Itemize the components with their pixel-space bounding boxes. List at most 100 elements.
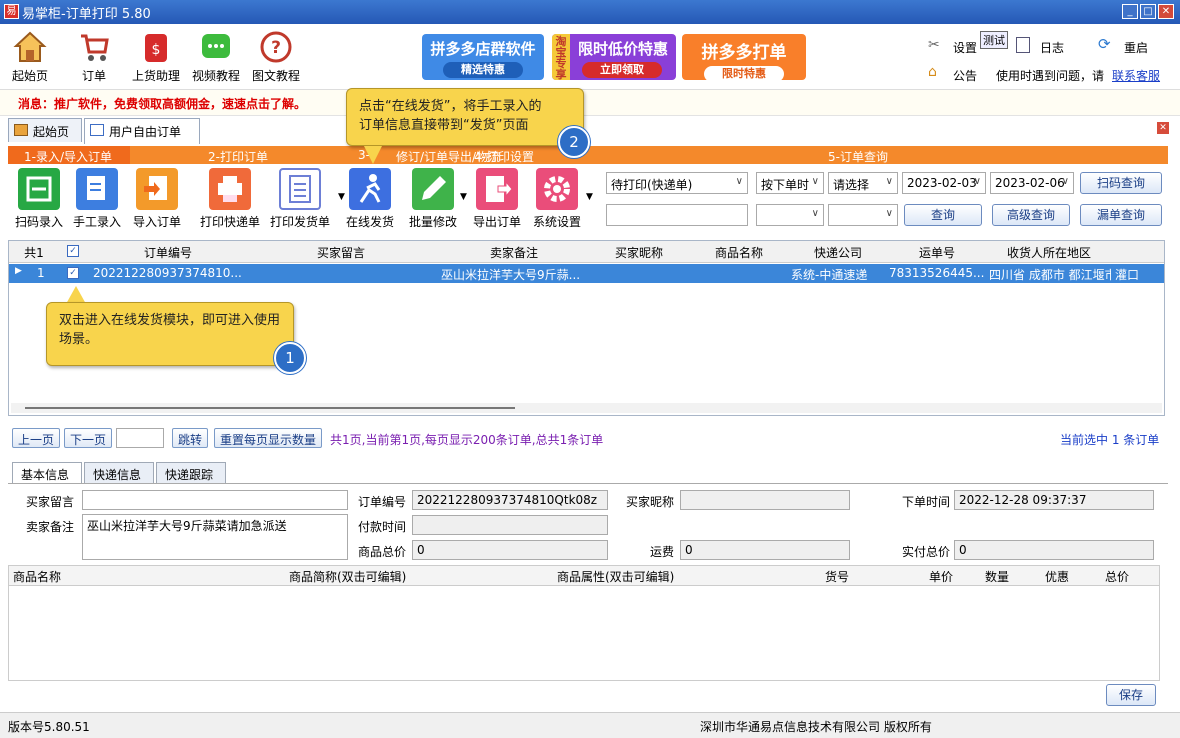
banner-title: 限时低价特惠 bbox=[577, 40, 668, 58]
page-number-input[interactable] bbox=[116, 428, 164, 448]
maximize-button[interactable]: □ bbox=[1140, 4, 1156, 19]
callout-line-2: 订单信息直接带到“发货”页面 bbox=[359, 118, 529, 133]
log-button[interactable]: 日志 bbox=[1040, 39, 1064, 56]
dropdown-arrow-icon[interactable]: ▼ bbox=[586, 192, 593, 202]
save-button[interactable]: 保存 bbox=[1106, 684, 1156, 706]
next-page-button[interactable]: 下一页 bbox=[64, 428, 113, 448]
grid-header: 共1 ✓ 订单编号 买家留言 卖家备注 买家昵称 商品名称 快递公司 运单号 收… bbox=[9, 241, 1164, 263]
close-tab-icon[interactable]: ✕ bbox=[1157, 122, 1169, 134]
banner-sub: 限时特惠 bbox=[704, 66, 784, 82]
table-row[interactable]: ▶ 1 ✓ 202212280937374810... 巫山米拉洋芋大号9斤蒜.… bbox=[9, 264, 1164, 283]
tab-express-info[interactable]: 快递信息 bbox=[84, 462, 154, 483]
test-badge: 测试 bbox=[980, 31, 1008, 49]
log-icon bbox=[1016, 37, 1030, 53]
goods-table: 商品名称 商品简称(双击可编辑) 商品属性(双击可编辑) 货号 单价 数量 优惠… bbox=[8, 565, 1160, 681]
buyer-msg-field[interactable] bbox=[82, 490, 348, 510]
export-order-button[interactable]: 导出订单 bbox=[466, 168, 528, 230]
toolbar-text-tutorial-button[interactable]: ? 图文教程 bbox=[248, 30, 304, 84]
col-waybill[interactable]: 运单号 bbox=[887, 244, 987, 261]
choose-select[interactable]: 请选择 ∨ bbox=[828, 172, 898, 194]
toolbar-home-button[interactable]: 起始页 bbox=[12, 30, 48, 84]
col-buyer-nick[interactable]: 买家昵称 bbox=[589, 244, 689, 261]
contact-support-link[interactable]: 联系客服 bbox=[1112, 67, 1160, 84]
order-no-field[interactable]: 202212280937374810Qtk08z bbox=[412, 490, 608, 510]
batch-modify-button[interactable]: 批量修改 bbox=[402, 168, 464, 230]
restart-button[interactable]: 重启 bbox=[1124, 39, 1148, 56]
banner-sub: 精选特惠 bbox=[443, 62, 523, 78]
chevron-down-icon: ∨ bbox=[811, 208, 819, 219]
freight-field[interactable]: 0 bbox=[680, 540, 850, 560]
chevron-down-icon: ∨ bbox=[885, 208, 893, 219]
scrollbar-thumb[interactable] bbox=[25, 407, 515, 409]
banner-title: 拼多多店群软件 bbox=[430, 40, 536, 58]
notice-button[interactable]: 公告 bbox=[953, 67, 977, 84]
toolbar-listing-assistant-button[interactable]: $ 上货助理 bbox=[128, 30, 184, 84]
order-time-select[interactable]: 按下单时 ∨ bbox=[756, 172, 824, 194]
copyright-text: 深圳市华通易点信息技术有限公司 版权所有 bbox=[700, 720, 932, 734]
tab-user-free-order[interactable]: 用户自由订单 bbox=[84, 118, 200, 144]
help-text: 使用时遇到问题，请 bbox=[996, 69, 1105, 83]
date-to-picker[interactable]: 2023-02-06 ∨ bbox=[990, 172, 1074, 194]
scan-entry-button[interactable]: 扫码录入 bbox=[8, 168, 70, 230]
col-product[interactable]: 商品名称 bbox=[689, 244, 789, 261]
advanced-query-button[interactable]: 高级查询 bbox=[992, 204, 1070, 226]
seller-note-field[interactable]: 巫山米拉洋芋大号9斤蒜菜请加急派送 bbox=[82, 514, 348, 560]
tab-express-tracking[interactable]: 快递跟踪 bbox=[156, 462, 226, 483]
close-button[interactable]: ✕ bbox=[1158, 4, 1174, 19]
buyer-nick-field[interactable] bbox=[680, 490, 850, 510]
settings-icon: ✂ bbox=[928, 37, 940, 53]
cell-region: 四川省 成都市 都江堰市 bbox=[989, 268, 1111, 282]
system-settings-button[interactable]: 系统设置 bbox=[526, 168, 588, 230]
svg-text:$: $ bbox=[152, 42, 161, 58]
banner-pdd-store-software[interactable]: 拼多多店群软件 精选特惠 bbox=[422, 34, 544, 80]
date-from-picker[interactable]: 2023-02-03 ∨ bbox=[902, 172, 986, 194]
print-delivery-note-button[interactable]: 打印发货单 bbox=[268, 168, 332, 230]
row-checkbox[interactable]: ✓ bbox=[67, 267, 79, 279]
scan-query-button[interactable]: 扫码查询 bbox=[1080, 172, 1162, 194]
edit-document-icon bbox=[76, 168, 118, 210]
reset-page-size-button[interactable]: 重置每页显示数量 bbox=[214, 428, 323, 448]
select-all-checkbox[interactable]: ✓ bbox=[67, 245, 79, 257]
row-index: 1 bbox=[37, 266, 45, 280]
message-bar: 消息：推广软件，免费领取高额佣金，速速点击了解。 bbox=[0, 90, 1180, 116]
print-express-label-button[interactable]: 打印快递单 bbox=[198, 168, 262, 230]
col-express[interactable]: 快递公司 bbox=[789, 244, 887, 261]
online-shipping-button[interactable]: 在线发货 bbox=[339, 168, 401, 230]
goods-col-price: 单价 bbox=[929, 570, 954, 584]
col-order-no[interactable]: 订单编号 bbox=[93, 244, 243, 261]
delivery-note-icon bbox=[279, 168, 321, 210]
pay-time-field[interactable] bbox=[412, 515, 608, 535]
tab-start-page[interactable]: 起始页 bbox=[8, 118, 82, 142]
chevron-down-icon: ∨ bbox=[1061, 176, 1069, 187]
manual-entry-button[interactable]: 手工录入 bbox=[66, 168, 128, 230]
settings-button[interactable]: 设置 bbox=[953, 39, 977, 56]
section-print-settings: 4-打印设置 bbox=[474, 150, 534, 164]
col-region[interactable]: 收货人所在地区 bbox=[987, 244, 1111, 261]
query-select-2[interactable]: ∨ bbox=[756, 204, 824, 226]
tab-basic-info[interactable]: 基本信息 bbox=[12, 462, 82, 484]
horizontal-scrollbar[interactable] bbox=[11, 403, 1162, 413]
query-button[interactable]: 查询 bbox=[904, 204, 982, 226]
import-order-button[interactable]: 导入订单 bbox=[126, 168, 188, 230]
print-status-select[interactable]: 待打印(快递单) ∨ bbox=[606, 172, 748, 194]
order-time-field[interactable]: 2022-12-28 09:37:37 bbox=[954, 490, 1154, 510]
toolbar-orders-label: 订单 bbox=[81, 69, 106, 83]
actual-total-field[interactable]: 0 bbox=[954, 540, 1154, 560]
jump-button[interactable]: 跳转 bbox=[172, 428, 209, 448]
selected-count: 当前选中 1 条订单 bbox=[1060, 433, 1160, 447]
help-icon: ? bbox=[259, 30, 293, 64]
col-buyer-msg[interactable]: 买家留言 bbox=[243, 244, 439, 261]
query-select-3[interactable]: ∨ bbox=[828, 204, 898, 226]
prev-page-button[interactable]: 上一页 bbox=[12, 428, 61, 448]
col-seller-note[interactable]: 卖家备注 bbox=[439, 244, 589, 261]
toolbar-video-tutorial-button[interactable]: 视频教程 bbox=[188, 30, 244, 84]
minimize-button[interactable]: _ bbox=[1122, 4, 1138, 19]
query-input[interactable] bbox=[606, 204, 748, 226]
toolbar-orders-button[interactable]: 订单 bbox=[76, 30, 112, 84]
missing-order-query-button[interactable]: 漏单查询 bbox=[1080, 204, 1162, 226]
banner-pdd-print[interactable]: 拼多多打单 限时特惠 bbox=[682, 34, 806, 82]
promo-message[interactable]: 消息：推广软件，免费领取高额佣金，速速点击了解。 bbox=[18, 95, 306, 112]
banner-limited-discount[interactable]: 淘宝专享 限时低价特惠 立即领取 bbox=[552, 34, 676, 80]
goods-total-field[interactable]: 0 bbox=[412, 540, 608, 560]
app-logo-icon: 易 bbox=[4, 4, 19, 19]
